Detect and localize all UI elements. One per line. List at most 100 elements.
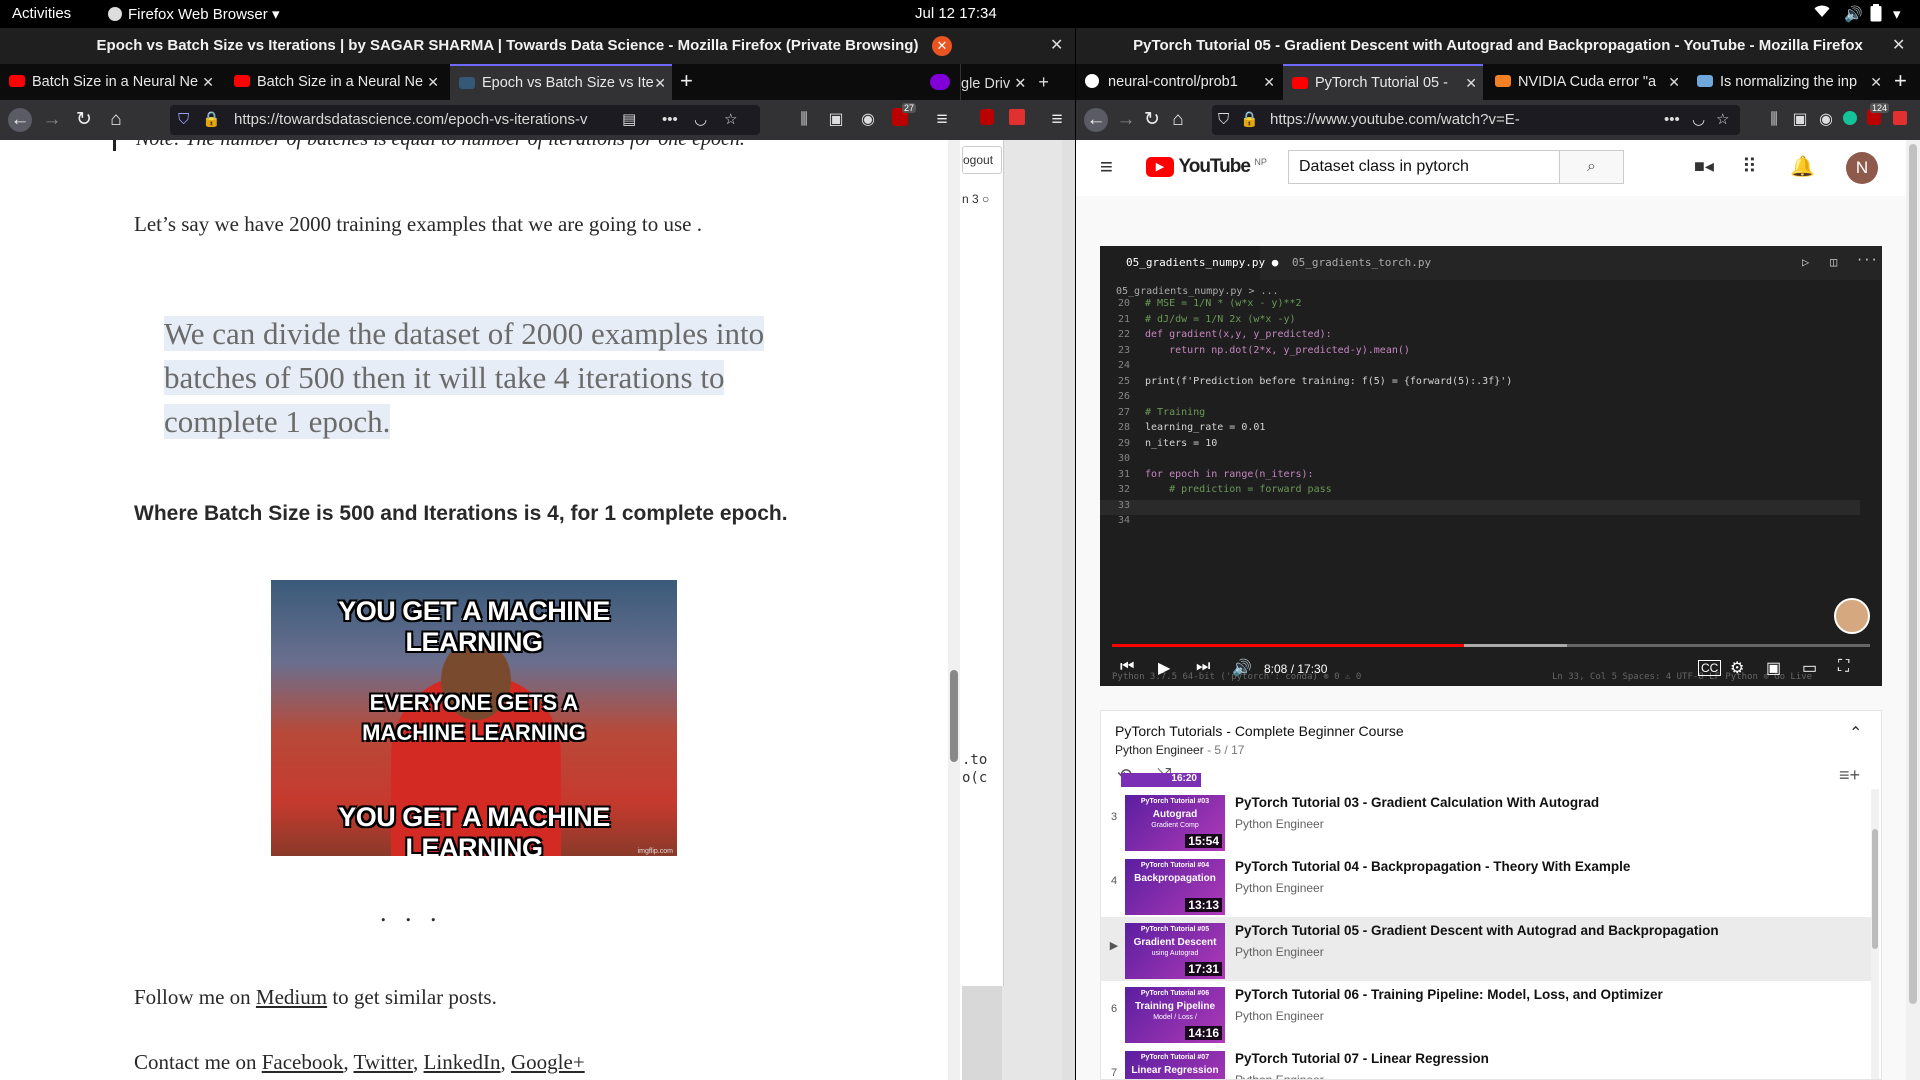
app-menu[interactable]: Firefox Web Browser ▾	[108, 5, 279, 23]
video-player[interactable]: 05_gradients_numpy.py ● 05_gradients_tor…	[1100, 246, 1882, 686]
volume-icon[interactable]: 🔊	[1844, 5, 1863, 23]
playlist-channel[interactable]: Python Engineer	[1115, 743, 1204, 757]
playlist-item-thumbnail[interactable]: PyTorch Tutorial #03 Autograd Gradient Com…	[1125, 795, 1225, 851]
behind-ublock-icon[interactable]	[975, 108, 999, 132]
twitter-link[interactable]: Twitter	[354, 1050, 414, 1074]
reader-view-icon[interactable]: ▤	[622, 105, 636, 135]
pocket-icon[interactable]: ◡	[694, 105, 707, 135]
tracking-shield-icon[interactable]: ⛉	[1218, 105, 1229, 135]
playlist-item-channel[interactable]: Python Engineer	[1235, 817, 1324, 831]
playlist-item-title[interactable]: PyTorch Tutorial 05 - Gradient Descent w…	[1235, 923, 1855, 938]
apps-grid-icon[interactable]: ⠿	[1742, 154, 1757, 179]
playlist-scrollbar[interactable]	[1871, 789, 1879, 1079]
account-icon[interactable]: ◉	[1814, 108, 1838, 132]
sidebar-icon[interactable]: ▣	[824, 108, 848, 132]
grammarly-icon[interactable]	[1838, 108, 1862, 132]
settings-gear-icon[interactable]: ⚙	[1730, 658, 1744, 678]
avatar[interactable]: N	[1846, 152, 1878, 184]
collapse-chevron-icon[interactable]: ⌃	[1849, 723, 1862, 743]
extension-icon[interactable]	[1888, 108, 1912, 132]
new-tab-icon[interactable]: +	[1038, 72, 1049, 92]
playlist-item-title[interactable]: PyTorch Tutorial 07 - Linear Regression	[1235, 1051, 1855, 1066]
new-tab-icon[interactable]: +	[1894, 68, 1907, 94]
theater-mode-icon[interactable]: ▭	[1802, 658, 1817, 678]
notifications-bell-icon[interactable]: 🔔	[1790, 154, 1815, 179]
hamburger-menu-icon[interactable]: ≡	[1914, 108, 1920, 132]
library-icon[interactable]: ⫼	[1762, 108, 1786, 132]
tracking-shield-icon[interactable]: ⛉	[178, 105, 189, 135]
playlist-item-channel[interactable]: Python Engineer	[1235, 1073, 1324, 1079]
behind-scrollbar[interactable]	[1062, 140, 1075, 1080]
hamburger-menu-icon[interactable]: ≡	[930, 108, 954, 132]
close-tab-icon[interactable]: ✕	[654, 66, 666, 100]
page-scrollbar[interactable]	[948, 140, 960, 1080]
account-icon[interactable]: ◉	[856, 108, 880, 132]
playlist-item-channel[interactable]: Python Engineer	[1235, 945, 1324, 959]
back-arrow-icon[interactable]: ←	[1084, 108, 1108, 132]
player-progress-track[interactable]	[1112, 644, 1870, 647]
youtube-logo[interactable]: ▶ YouTube NP	[1146, 156, 1267, 180]
system-menu-chevron-icon[interactable]: ▾	[1893, 5, 1901, 23]
playlist-item-thumbnail[interactable]: PyTorch Tutorial #04 Backpropagation 13:13	[1125, 859, 1225, 915]
volume-icon[interactable]: 🔊	[1232, 658, 1252, 678]
miniplayer-icon[interactable]: ▣	[1766, 658, 1781, 678]
forward-arrow-icon[interactable]: →	[40, 108, 64, 132]
scrollbar-thumb[interactable]	[950, 670, 958, 762]
behind-logout-button[interactable]: ogout	[962, 146, 1002, 174]
guide-menu-icon[interactable]: ≡	[1100, 154, 1113, 180]
previous-icon[interactable]: ⏮	[1120, 658, 1134, 676]
playlist-item-channel[interactable]: Python Engineer	[1235, 1009, 1324, 1023]
activities-button[interactable]: Activities	[12, 5, 71, 22]
captions-icon[interactable]: CC	[1698, 660, 1722, 676]
battery-icon[interactable]	[1870, 4, 1882, 26]
google-plus-link[interactable]: Google+	[511, 1050, 585, 1074]
playlist-title[interactable]: PyTorch Tutorials - Complete Beginner Co…	[1115, 723, 1404, 739]
close-window-button[interactable]: ✕	[932, 36, 952, 56]
tab-1-active[interactable]: PyTorch Tutorial 05 - ✕	[1283, 64, 1483, 100]
window-scrollbar[interactable]	[1906, 140, 1920, 1080]
address-bar[interactable]: ⛉ 🔒 https://www.youtube.com/watch?v=E- •…	[1212, 105, 1740, 135]
tab-0[interactable]: Batch Size in a Neural Ne ✕	[0, 64, 220, 100]
facebook-link[interactable]: Facebook	[262, 1050, 344, 1074]
playlist-item-thumbnail[interactable]: PyTorch Tutorial #05 Gradient Descent usin…	[1125, 923, 1225, 979]
wifi-icon[interactable]	[1814, 4, 1830, 22]
partial-thumbnail[interactable]: 16:20	[1121, 773, 1201, 787]
library-icon[interactable]: ⫼	[792, 108, 816, 132]
page-actions-icon[interactable]: •••	[662, 105, 678, 135]
play-icon[interactable]: ▶	[1158, 658, 1170, 678]
address-bar[interactable]: ⛉ 🔒 https://towardsdatascience.com/epoch…	[170, 105, 760, 135]
close-tab-icon[interactable]: ✕	[202, 64, 214, 100]
playlist-item-title[interactable]: PyTorch Tutorial 06 - Training Pipeline:…	[1235, 987, 1855, 1002]
bookmark-star-icon[interactable]: ☆	[1716, 105, 1729, 135]
behind-extension-icon[interactable]	[1005, 108, 1029, 132]
home-icon[interactable]: ⌂	[1166, 108, 1190, 132]
close-window-button[interactable]: ✕	[1892, 28, 1905, 64]
close-tab-icon[interactable]: ✕	[1263, 64, 1275, 100]
back-arrow-icon[interactable]: ←	[8, 108, 32, 132]
new-tab-icon[interactable]: +	[680, 68, 693, 94]
playlist-item[interactable]: ▶ PyTorch Tutorial #05 Gradient Descent usi…	[1101, 917, 1871, 981]
playlist-item[interactable]: 7 PyTorch Tutorial #07 Linear Regression Py…	[1101, 1045, 1871, 1079]
playlist-item[interactable]: 4 PyTorch Tutorial #04 Backpropagation 13:1…	[1101, 853, 1871, 917]
bookmark-star-icon[interactable]: ☆	[724, 105, 737, 135]
sidebar-icon[interactable]: ▣	[1788, 108, 1812, 132]
save-playlist-icon[interactable]: ≡+	[1839, 765, 1860, 786]
search-input[interactable]: Dataset class in pytorch	[1288, 150, 1560, 184]
reload-icon[interactable]: ↻	[1140, 108, 1164, 132]
pocket-icon[interactable]: ◡	[1692, 105, 1705, 135]
search-button[interactable]: ⌕	[1560, 150, 1624, 184]
close-tab-icon[interactable]: ✕	[427, 64, 439, 100]
linkedin-link[interactable]: LinkedIn	[424, 1050, 501, 1074]
create-video-icon[interactable]: ■◂	[1694, 156, 1714, 177]
tab-0[interactable]: neural-control/prob1 ✕	[1076, 64, 1281, 100]
close-tab-icon[interactable]: ✕	[1870, 64, 1882, 100]
tab-3[interactable]: Is normalizing the inp ✕	[1688, 64, 1888, 100]
playlist-item[interactable]: 3 PyTorch Tutorial #03 Autograd Gradient Co…	[1101, 789, 1871, 853]
playlist-item-title[interactable]: PyTorch Tutorial 04 - Backpropagation - …	[1235, 859, 1855, 874]
playlist-item[interactable]: 6 PyTorch Tutorial #06 Training Pipeline Mo…	[1101, 981, 1871, 1045]
window-scrollbar-thumb[interactable]	[1909, 144, 1917, 1004]
page-actions-icon[interactable]: •••	[1664, 105, 1680, 135]
playlist-item-thumbnail[interactable]: PyTorch Tutorial #07 Linear Regression	[1125, 1051, 1225, 1079]
close-tab-icon[interactable]: ✕	[1668, 64, 1680, 100]
playlist-item-thumbnail[interactable]: PyTorch Tutorial #06 Training Pipeline Mod…	[1125, 987, 1225, 1043]
